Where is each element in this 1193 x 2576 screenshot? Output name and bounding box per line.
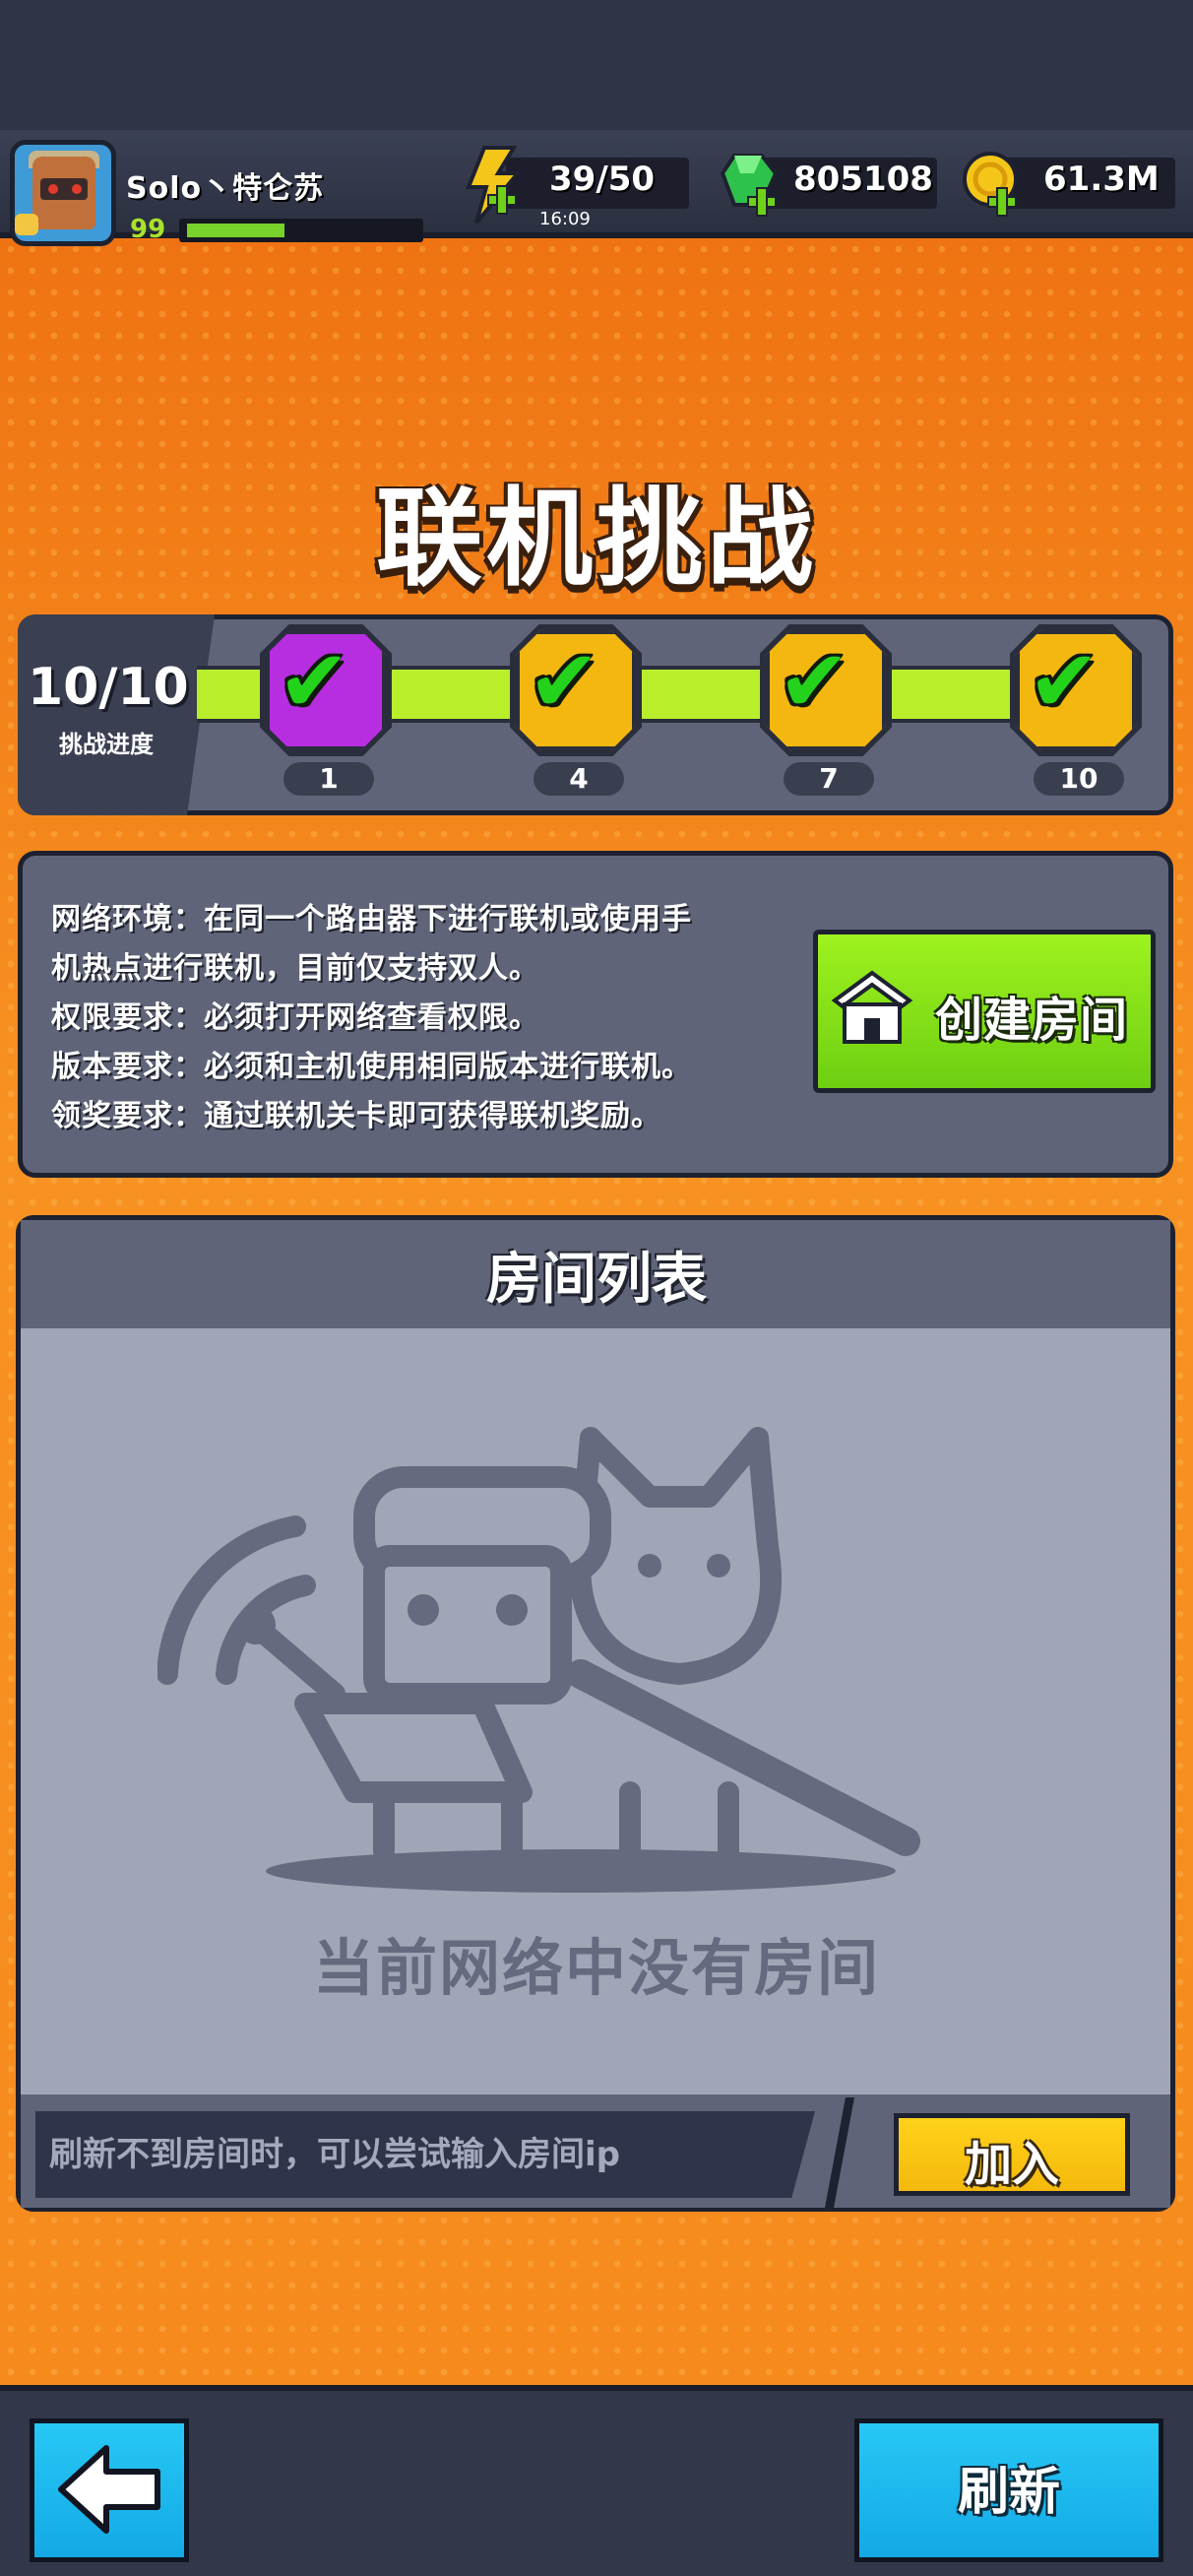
challenge-progress-count: 10/10 [28,658,189,717]
join-room-label: 加入 [964,2137,1059,2192]
page-title: 联机挑战 [375,478,817,601]
empty-room-illustration-icon [157,1427,920,1893]
info-line: 网络环境：在同一个路由器下进行联机或使用手 [51,902,692,936]
energy-value: 39/50 [549,160,656,199]
gems-value: 805108 [793,160,933,199]
empty-room-message: 当前网络中没有房间 [312,1932,880,2004]
xp-bar-fill [187,224,284,237]
player-name: Solo丶特仑苏 [126,171,325,206]
milestone-label: 7 [784,762,874,796]
coin-icon[interactable] [959,148,1028,225]
checkmark-icon: ✔ [1028,630,1100,732]
info-line: 领奖要求：通过联机关卡即可获得联机奖励。 [51,1099,661,1133]
milestone-label: 10 [1034,762,1124,796]
player-avatar[interactable] [10,140,116,246]
player-level: 99 [130,215,166,244]
room-list-title: 房间列表 [486,1248,707,1312]
top-safe-area [0,0,1193,130]
refresh-label: 刷新 [957,2463,1060,2522]
checkmark-icon: ✔ [278,630,350,732]
arrow-left-icon [58,2445,160,2534]
coins-value: 61.3M [1043,160,1160,199]
milestone-label: 1 [283,762,374,796]
checkmark-icon: ✔ [528,630,600,732]
create-room-label: 创建房间 [935,993,1129,1048]
milestone-label: 4 [534,762,624,796]
info-line: 权限要求：必须打开网络查看权限。 [51,1000,539,1035]
lightning-icon[interactable] [459,144,528,225]
checkmark-icon: ✔ [778,630,850,732]
house-icon [831,970,913,1044]
info-line: 机热点进行联机，目前仅支持双人。 [51,951,539,986]
room-ip-input[interactable] [35,2111,815,2198]
challenge-progress-label: 挑战进度 [59,731,154,758]
info-line: 版本要求：必须和主机使用相同版本进行联机。 [51,1050,692,1084]
gem-icon[interactable] [719,148,787,225]
energy-timer: 16:09 [539,209,591,229]
